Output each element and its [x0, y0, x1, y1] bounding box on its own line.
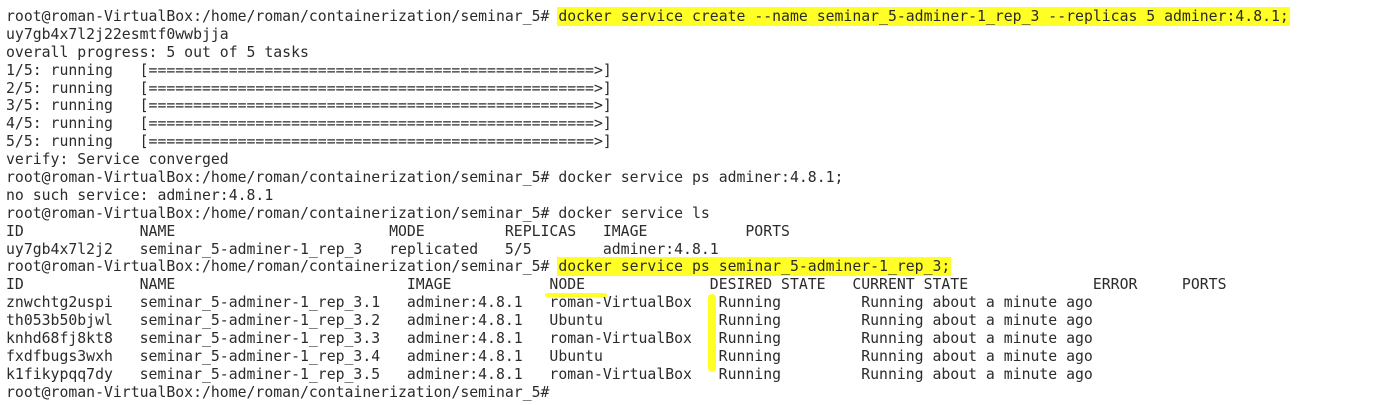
output-line: overall progress: 5 out of 5 tasks — [6, 43, 309, 61]
shell-prompt: root@roman-VirtualBox:/home/roman/contai… — [6, 258, 550, 276]
command-line: root@roman-VirtualBox:/home/roman/contai… — [6, 8, 1289, 26]
output-line: 2/5: running [==========================… — [6, 79, 612, 97]
highlight-underline-mark — [545, 293, 607, 297]
terminal-output: root@roman-VirtualBox:/home/roman/contai… — [6, 8, 1289, 402]
highlighted-command: docker service create --name seminar_5-a… — [558, 8, 1289, 25]
table-header-row: ID NAME IMAGE NODE DESIRED STATE CURRENT… — [6, 276, 1289, 294]
terminal-window[interactable]: root@roman-VirtualBox:/home/roman/contai… — [0, 0, 1383, 405]
shell-prompt: root@roman-VirtualBox:/home/roman/contai… — [6, 169, 550, 187]
shell-prompt: root@roman-VirtualBox:/home/roman/contai… — [6, 8, 550, 25]
command-line: root@roman-VirtualBox:/home/roman/contai… — [6, 205, 1289, 223]
command-line: root@roman-VirtualBox:/home/roman/contai… — [6, 169, 1289, 187]
output-line: 3/5: running [==========================… — [6, 97, 612, 115]
shell-prompt: root@roman-VirtualBox:/home/roman/contai… — [6, 204, 550, 222]
node-column-header: NODE — [549, 276, 586, 294]
highlighted-command: docker service ps seminar_5-adminer-1_re… — [558, 258, 951, 276]
output-line: 4/5: running [==========================… — [6, 115, 612, 133]
output-line: znwchtg2uspi seminar_5-adminer-1_rep_3.1… — [6, 294, 1093, 312]
output-line: ID NAME MODE REPLICAS IMAGE PORTS — [6, 222, 790, 240]
output-line: th053b50bjwl seminar_5-adminer-1_rep_3.2… — [6, 312, 1093, 330]
output-line: fxdfbugs3wxh seminar_5-adminer-1_rep_3.4… — [6, 347, 1093, 365]
output-line: uy7gb4x7l2j2 seminar_5-adminer-1_rep_3 r… — [6, 240, 719, 258]
command-text: docker service ls — [558, 204, 710, 222]
output-line: uy7gb4x7l2j22esmtf0wwbjja — [6, 25, 229, 43]
output-line: 1/5: running [==========================… — [6, 61, 612, 79]
output-line: knhd68fj8kt8 seminar_5-adminer-1_rep_3.3… — [6, 330, 1093, 348]
command-line: root@roman-VirtualBox:/home/roman/contai… — [6, 258, 1289, 276]
output-line: verify: Service converged — [6, 151, 229, 169]
header-text: ID NAME IMAGE — [6, 276, 550, 294]
command-line: root@roman-VirtualBox:/home/roman/contai… — [6, 384, 1289, 402]
output-line: no such service: adminer:4.8.1 — [6, 186, 274, 204]
command-text: docker service ps adminer:4.8.1; — [558, 169, 844, 187]
shell-prompt: root@roman-VirtualBox:/home/roman/contai… — [6, 383, 550, 401]
output-line: k1fikypqq7dy seminar_5-adminer-1_rep_3.5… — [6, 365, 1093, 383]
highlight-vertical-mark — [708, 294, 716, 372]
output-line: 5/5: running [==========================… — [6, 133, 612, 151]
header-text: DESIRED STATE CURRENT STATE ERROR PORTS — [585, 276, 1227, 294]
